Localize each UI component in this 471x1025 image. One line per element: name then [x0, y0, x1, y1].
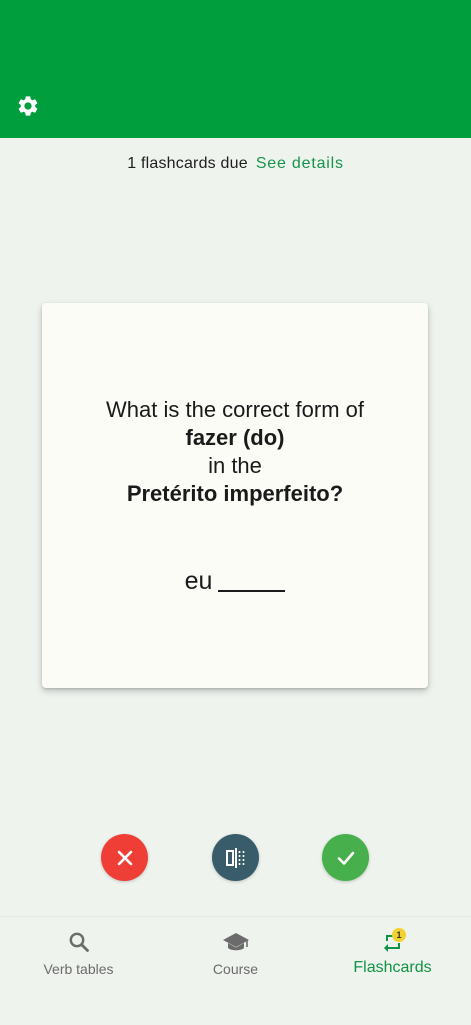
flashcard-question: What is the correct form of fazer (do) i…: [42, 396, 428, 508]
nav-label-flashcards: Flashcards: [353, 959, 432, 976]
search-icon: [69, 932, 89, 952]
flip-icon: [225, 847, 244, 868]
nav-item-flashcards[interactable]: Flashcards: [314, 917, 471, 997]
question-line: What is the correct form of: [106, 397, 364, 422]
flashcards-badge: 1: [392, 928, 406, 942]
check-icon: [337, 851, 354, 865]
flashcard[interactable]: What is the correct form of fazer (do) i…: [42, 303, 428, 688]
flip-card-button[interactable]: [212, 834, 259, 881]
pronoun: eu: [184, 567, 213, 595]
graduation-cap-icon: [222, 933, 249, 951]
wrong-button[interactable]: [101, 834, 148, 881]
question-tense: Pretérito imperfeito?: [126, 481, 344, 506]
answer-prompt: eu: [42, 567, 428, 596]
gear-icon: [18, 96, 38, 116]
app-header: [0, 0, 471, 138]
settings-button[interactable]: [14, 92, 42, 120]
answer-blank: [218, 568, 286, 592]
question-line-connector: in the: [208, 453, 262, 478]
flashcards-due-row: 1 flashcards due See details: [0, 155, 471, 173]
correct-button[interactable]: [322, 834, 369, 881]
flashcards-due-text: 1 flashcards due: [127, 155, 248, 172]
nav-label-verb-tables: Verb tables: [43, 961, 114, 977]
close-icon: [117, 850, 132, 865]
question-verb: fazer (do): [185, 425, 285, 450]
nav-item-verb-tables[interactable]: Verb tables: [0, 917, 157, 997]
see-details-link[interactable]: See details: [256, 155, 344, 172]
bottom-navigation: Verb tables Course Flashcards 1: [0, 916, 471, 1025]
nav-item-course[interactable]: Course: [157, 917, 314, 997]
nav-label-course: Course: [212, 961, 259, 977]
